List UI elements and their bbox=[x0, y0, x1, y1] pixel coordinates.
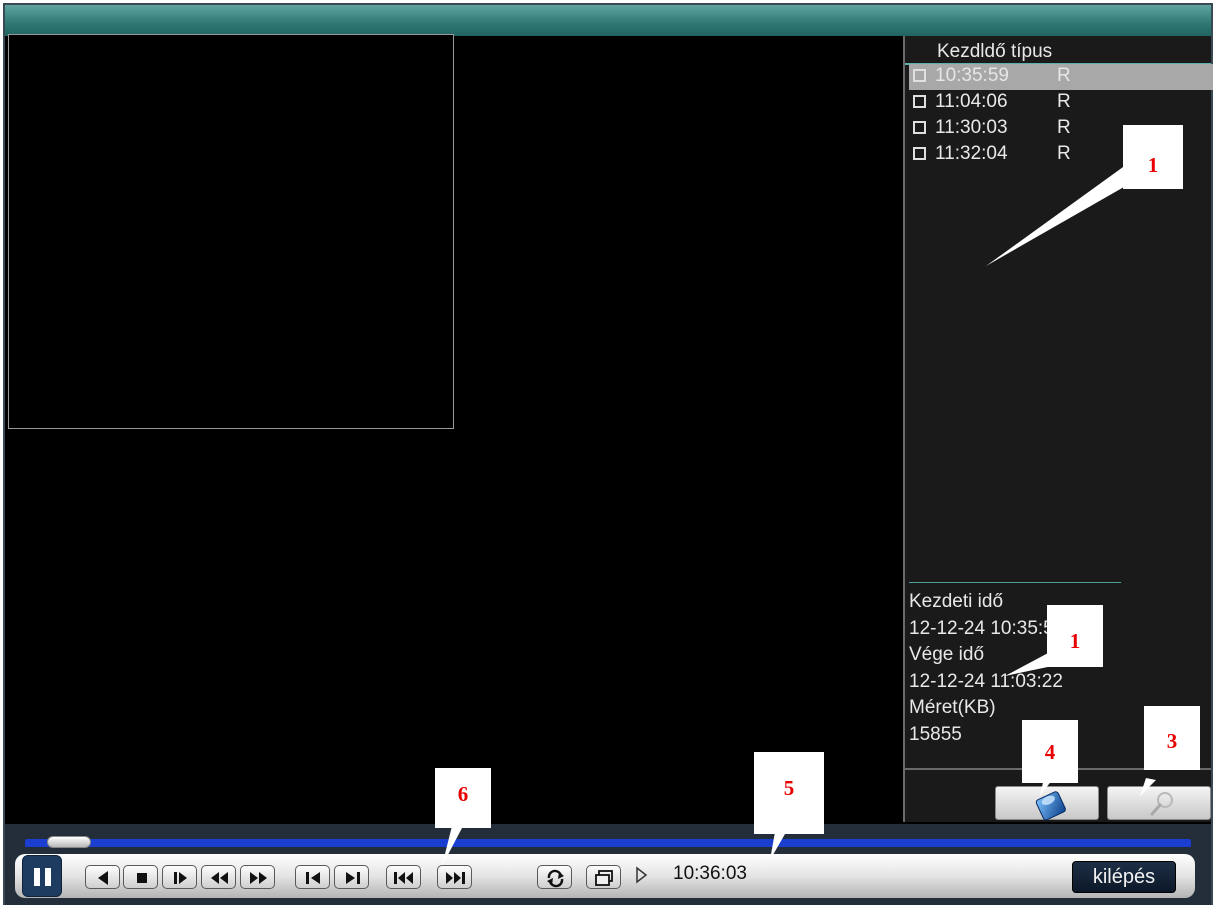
pointer-6 bbox=[442, 826, 462, 866]
dvr-playback-screen: Kezdldő típus 10:35:59 R 11:04:06 R 11:3… bbox=[0, 0, 1217, 908]
callout-6: 6 bbox=[435, 768, 491, 828]
callout-1b: 1 bbox=[1047, 605, 1103, 667]
callout-5: 5 bbox=[754, 752, 824, 834]
callout-1a: 1 bbox=[1123, 125, 1183, 189]
callout-3: 3 bbox=[1144, 706, 1200, 770]
pointer-3 bbox=[1140, 778, 1156, 796]
pointer-5 bbox=[770, 832, 785, 860]
callout-4: 4 bbox=[1022, 720, 1078, 783]
